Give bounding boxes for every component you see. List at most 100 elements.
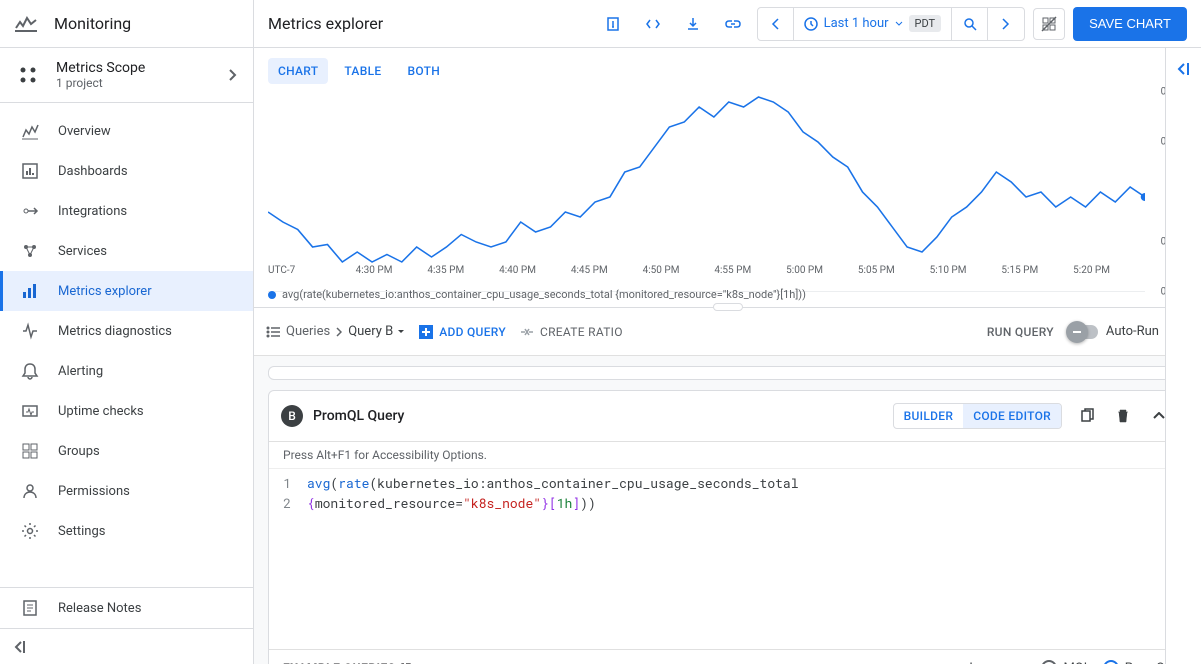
clock-icon — [804, 17, 818, 31]
scope-title: Metrics Scope — [56, 60, 229, 76]
diagnostics-icon — [18, 319, 42, 343]
sidebar-header: Monitoring — [0, 0, 253, 48]
page-title: Metrics explorer — [268, 14, 589, 33]
nav-item-metrics-diagnostics[interactable]: Metrics diagnostics — [0, 311, 253, 351]
nav-item-release-notes[interactable]: Release Notes — [0, 588, 253, 628]
x-tick: 4:55 PM — [714, 265, 751, 276]
nav-item-services[interactable]: Services — [0, 231, 253, 271]
legend-toggle[interactable] — [1033, 8, 1065, 40]
services-icon — [18, 239, 42, 263]
pin-icon[interactable] — [597, 8, 629, 40]
nav-item-overview[interactable]: Overview — [0, 111, 253, 151]
release-notes-icon — [18, 596, 42, 620]
nav-item-settings[interactable]: Settings — [0, 511, 253, 551]
time-range-picker[interactable]: Last 1 hour PDT — [794, 8, 953, 40]
query-card-title: PromQL Query — [313, 408, 883, 424]
query-toolbar: Queries Query B ADD QUERY CREATE RATIO — [254, 308, 1201, 356]
x-tick: 4:30 PM — [356, 265, 393, 276]
prev-query-card-peek[interactable] — [268, 366, 1187, 380]
mode-toggle: BUILDER CODE EDITOR — [893, 403, 1062, 429]
x-tick: 5:15 PM — [1001, 265, 1038, 276]
view-tabs: CHART TABLE BOTH — [254, 48, 464, 84]
time-next[interactable] — [988, 8, 1024, 40]
nav-item-metrics-explorer[interactable]: Metrics explorer — [0, 271, 253, 311]
copy-query-button[interactable] — [1072, 401, 1102, 431]
query-card-footer: EXAMPLE QUERIES Language: MQL PromQL — [269, 649, 1186, 664]
lang-mql[interactable]: MQL — [1041, 660, 1090, 664]
x-tick: 5:00 PM — [786, 265, 823, 276]
x-timezone: UTC-7 — [268, 265, 295, 276]
lang-promql[interactable]: PromQL — [1103, 660, 1172, 664]
tab-chart[interactable]: CHART — [268, 58, 328, 84]
link-icon[interactable] — [717, 8, 749, 40]
permissions-icon — [18, 479, 42, 503]
nav-item-dashboards[interactable]: Dashboards — [0, 151, 253, 191]
x-tick: 4:50 PM — [643, 265, 680, 276]
x-tick: 4:40 PM — [499, 265, 536, 276]
plus-icon — [419, 325, 433, 339]
x-tick: 5:05 PM — [858, 265, 895, 276]
chevron-right-icon — [336, 327, 342, 337]
ratio-icon — [520, 325, 534, 339]
timezone-chip: PDT — [909, 15, 942, 32]
alerting-icon — [18, 359, 42, 383]
queries-label: Queries — [286, 324, 330, 339]
expand-rail-icon[interactable] — [1176, 62, 1192, 664]
nav-item-integrations[interactable]: Integrations — [0, 191, 253, 231]
topbar: Metrics explorer Last 1 hour PDT SAVE CH… — [254, 0, 1201, 48]
query-body: B PromQL Query BUILDER CODE EDITOR Press… — [254, 356, 1201, 664]
x-tick: 4:35 PM — [427, 265, 464, 276]
query-badge: B — [281, 405, 303, 427]
query-card-header: B PromQL Query BUILDER CODE EDITOR — [269, 391, 1186, 442]
nav-item-groups[interactable]: Groups — [0, 431, 253, 471]
groups-icon — [18, 439, 42, 463]
scope-subtitle: 1 project — [56, 76, 229, 90]
nav-item-permissions[interactable]: Permissions — [0, 471, 253, 511]
x-tick: 5:10 PM — [930, 265, 967, 276]
chevron-right-icon — [229, 69, 237, 81]
code-icon[interactable] — [637, 8, 669, 40]
chart-line — [268, 92, 1145, 292]
x-axis-labels: UTC-74:30 PM4:35 PM4:40 PM4:45 PM4:50 PM… — [268, 265, 1145, 279]
language-label: Language: — [969, 661, 1029, 664]
sidebar-collapse[interactable] — [0, 628, 253, 664]
legend-dot — [268, 291, 276, 299]
delete-query-button[interactable] — [1108, 401, 1138, 431]
auto-run-toggle[interactable]: Auto-Run — [1070, 324, 1159, 339]
line-gutter: 1 2 — [269, 469, 299, 609]
uptime-icon — [18, 399, 42, 423]
metrics-explorer-icon — [18, 279, 42, 303]
language-selector: Language: MQL PromQL — [969, 660, 1172, 664]
create-ratio-button[interactable]: CREATE RATIO — [520, 325, 623, 339]
caret-down-icon — [895, 21, 903, 26]
query-selector[interactable]: Query B — [348, 324, 405, 339]
tab-table[interactable]: TABLE — [334, 58, 391, 84]
code-editor[interactable]: 1 2 avg(rate(kubernetes_io:anthos_contai… — [269, 469, 1186, 609]
download-icon[interactable] — [677, 8, 709, 40]
collapse-left-icon — [14, 641, 30, 653]
chart-legend: avg(rate(kubernetes_io:anthos_container_… — [268, 288, 806, 301]
mode-code-editor[interactable]: CODE EDITOR — [963, 404, 1061, 428]
nav-item-uptime[interactable]: Uptime checks — [0, 391, 253, 431]
time-prev[interactable] — [758, 8, 794, 40]
nav-item-alerting[interactable]: Alerting — [0, 351, 253, 391]
right-rail — [1165, 48, 1201, 664]
query-card: B PromQL Query BUILDER CODE EDITOR Press… — [268, 390, 1187, 664]
time-zoom[interactable] — [952, 8, 988, 40]
code-content[interactable]: avg(rate(kubernetes_io:anthos_container_… — [299, 469, 1186, 609]
content: CHART TABLE BOTH 0.014540.014520.01450.0… — [254, 48, 1201, 664]
resize-handle[interactable] — [713, 303, 743, 311]
metrics-scope-selector[interactable]: Metrics Scope 1 project — [0, 48, 253, 103]
gear-icon — [18, 519, 42, 543]
add-query-button[interactable]: ADD QUERY — [419, 325, 506, 339]
tab-both[interactable]: BOTH — [397, 58, 450, 84]
monitoring-logo-icon — [12, 12, 40, 36]
chart-area: 0.014540.014520.01450.014480.01446 UTC-7… — [254, 48, 1201, 308]
integrations-icon — [18, 199, 42, 223]
overview-icon — [18, 119, 42, 143]
run-query-button[interactable]: RUN QUERY — [987, 325, 1054, 339]
toggle-knob — [1066, 321, 1088, 343]
mode-builder[interactable]: BUILDER — [894, 404, 964, 428]
caret-down-icon — [397, 329, 405, 334]
save-chart-button[interactable]: SAVE CHART — [1073, 7, 1187, 41]
